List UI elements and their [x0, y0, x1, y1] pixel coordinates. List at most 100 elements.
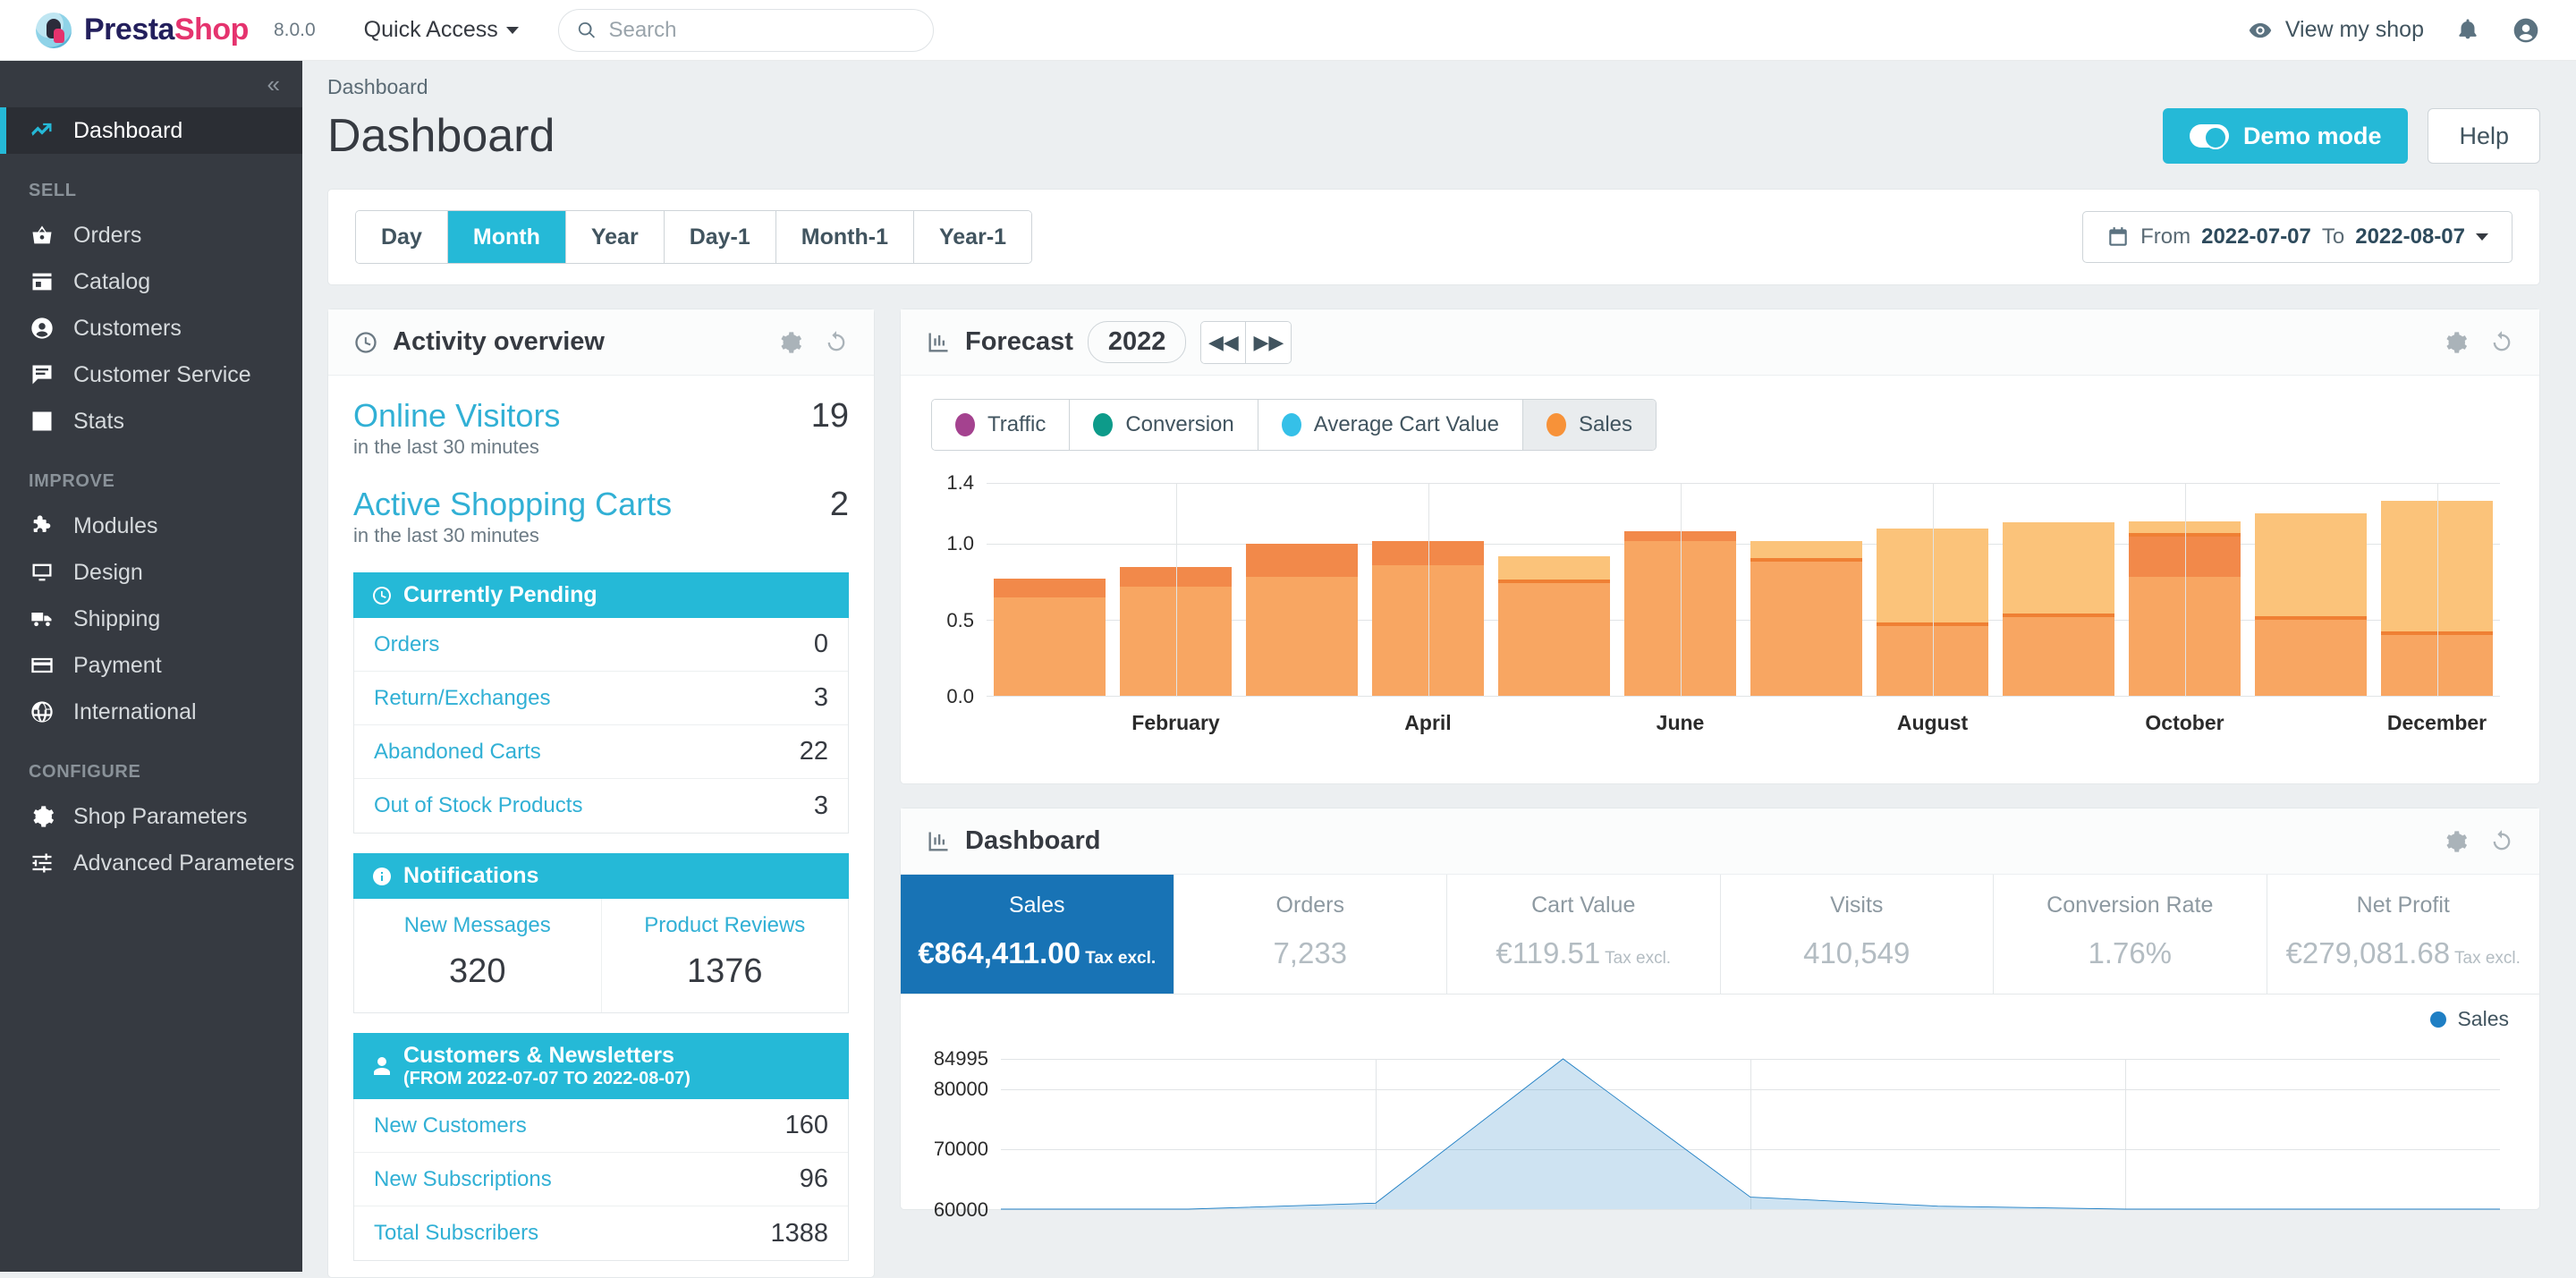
row-label[interactable]: Return/Exchanges: [374, 686, 550, 711]
bell-icon[interactable]: [2454, 17, 2481, 44]
row-value: 3: [813, 791, 828, 820]
refresh-icon[interactable]: [2489, 829, 2514, 854]
kpi-tab-net-profit[interactable]: Net Profit €279,081.68 Tax excl.: [2267, 875, 2540, 994]
period-button-year[interactable]: Year: [565, 211, 665, 263]
gear-icon[interactable]: [777, 330, 802, 355]
sidebar-item-shipping[interactable]: Shipping: [0, 596, 302, 642]
period-button-year-1[interactable]: Year-1: [913, 211, 1032, 263]
sidebar-item-design[interactable]: Design: [0, 549, 302, 596]
refresh-icon[interactable]: [2489, 330, 2514, 355]
kpi-tab-orders[interactable]: Orders 7,233: [1174, 875, 1447, 994]
forecast-legend: Traffic Conversion Average Cart Value Sales: [931, 399, 1657, 451]
kpi-tab-cart-value[interactable]: Cart Value €119.51 Tax excl.: [1447, 875, 1721, 994]
sidebar-item-advanced-parameters[interactable]: Advanced Parameters: [0, 840, 302, 886]
period-button-month-1[interactable]: Month-1: [775, 211, 914, 263]
row-label[interactable]: Total Subscribers: [374, 1221, 538, 1246]
period-button-month[interactable]: Month: [447, 211, 566, 263]
date-range-picker[interactable]: From 2022-07-07 To 2022-08-07: [2082, 211, 2512, 263]
period-button-day[interactable]: Day: [356, 211, 448, 263]
sidebar-item-customers[interactable]: Customers: [0, 305, 302, 351]
row-label[interactable]: Out of Stock Products: [374, 793, 582, 818]
charts-column: Forecast 2022 ◀◀ ▶▶ Traffic Conversion A…: [900, 309, 2540, 1278]
forecast-plot-area: 0.0 0.5 1.0 1.4 February April June August Octob…: [946, 471, 2500, 734]
forecast-prev-button[interactable]: ◀◀: [1201, 321, 1247, 363]
period-filter-group: Day Month Year Day-1 Month-1 Year-1: [355, 210, 1033, 264]
forecast-year[interactable]: 2022: [1087, 321, 1187, 363]
sidebar-item-international[interactable]: International: [0, 689, 302, 735]
gear-icon[interactable]: [2443, 829, 2468, 854]
sidebar-item-stats[interactable]: Stats: [0, 398, 302, 444]
customers-row: New Subscriptions 96: [354, 1153, 848, 1206]
x-axis-tick: August: [1896, 711, 1969, 734]
eye-icon: [2249, 22, 2272, 38]
kpi-suffix: Tax excl.: [2450, 949, 2521, 968]
kpi-label: Net Profit: [2356, 893, 2450, 918]
customers-row: New Customers 160: [354, 1099, 848, 1153]
logo-presta: Presta: [84, 13, 174, 47]
sidebar-item-payment[interactable]: Payment: [0, 642, 302, 689]
clock-icon: [373, 586, 391, 605]
sidebar-item-label: Shipping: [73, 605, 161, 631]
top-bar: PrestaShop 8.0.0 Quick Access View my sh…: [0, 0, 2576, 61]
avatar[interactable]: [2512, 16, 2540, 45]
notification-value: 320: [449, 952, 506, 990]
bar-segment-actual: [1750, 562, 1862, 696]
activity-overview-panel: Activity overview Online Visitors 19 in …: [327, 309, 875, 1278]
help-button[interactable]: Help: [2428, 108, 2540, 164]
sidebar-item-catalog[interactable]: Catalog: [0, 258, 302, 305]
gridline-vertical: [1175, 483, 1177, 696]
forecast-next-button[interactable]: ▶▶: [1246, 321, 1292, 363]
online-visitors-label[interactable]: Online Visitors: [353, 397, 560, 435]
bar-segment-forecast-upper: [994, 579, 1106, 597]
currently-pending-title: Currently Pending: [403, 582, 597, 607]
online-visitors-sub: in the last 30 minutes: [353, 436, 539, 458]
main-content: Dashboard Dashboard Demo mode Help Day Mo…: [302, 61, 2576, 1278]
currently-pending-list: Orders 0 Return/Exchanges 3 Abandoned Carts 2…: [353, 618, 849, 834]
kpi-tab-sales[interactable]: Sales €864,411.00 Tax excl.: [901, 875, 1174, 994]
active-carts-sub: in the last 30 minutes: [353, 524, 539, 546]
pending-row: Return/Exchanges 3: [354, 672, 848, 725]
search-box[interactable]: [557, 8, 934, 52]
forecast-legend-sales[interactable]: Sales: [1522, 400, 1657, 450]
chat-icon: [29, 362, 55, 387]
gridline-vertical: [2436, 483, 2438, 696]
demo-mode-toggle[interactable]: Demo mode: [2162, 108, 2409, 164]
notifications-title: Notifications: [403, 863, 539, 888]
bar-segment-actual: [1246, 577, 1358, 696]
prestashop-logo[interactable]: PrestaShop 8.0.0: [36, 12, 316, 48]
notification-label[interactable]: New Messages: [354, 913, 601, 938]
kpi-value: €279,081.68 Tax excl.: [2285, 936, 2521, 969]
kpi-value: 1.76%: [2088, 936, 2173, 969]
active-carts-label[interactable]: Active Shopping Carts: [353, 486, 672, 523]
forecast-legend-average-cart-value[interactable]: Average Cart Value: [1258, 400, 1523, 450]
sidebar-item-orders[interactable]: Orders: [0, 212, 302, 258]
search-input[interactable]: [608, 17, 915, 43]
kpi-tab-visits[interactable]: Visits 410,549: [1721, 875, 1994, 994]
notification-label[interactable]: Product Reviews: [602, 913, 849, 938]
y-axis-tick: 1.0: [946, 532, 974, 555]
collapse-sidebar-icon[interactable]: «: [267, 71, 281, 98]
customers-row: Total Subscribers 1388: [354, 1206, 848, 1260]
sidebar-item-customer-service[interactable]: Customer Service: [0, 351, 302, 398]
bar-divider-line: [1750, 558, 1862, 563]
forecast-year-nav: ◀◀ ▶▶: [1200, 320, 1292, 364]
forecast-legend-conversion[interactable]: Conversion: [1070, 400, 1258, 450]
sidebar-item-modules[interactable]: Modules: [0, 503, 302, 549]
refresh-icon[interactable]: [824, 330, 849, 355]
forecast-title: Forecast: [965, 327, 1073, 356]
forecast-legend-traffic[interactable]: Traffic: [932, 400, 1071, 450]
row-label[interactable]: Abandoned Carts: [374, 740, 541, 765]
x-axis-tick: December: [2386, 711, 2487, 734]
sidebar-item-shop-parameters[interactable]: Shop Parameters: [0, 793, 302, 840]
row-label[interactable]: New Subscriptions: [374, 1167, 552, 1192]
gear-icon[interactable]: [2443, 330, 2468, 355]
view-my-shop-button[interactable]: View my shop: [2248, 17, 2424, 43]
period-button-day-1[interactable]: Day-1: [664, 211, 776, 263]
row-label[interactable]: New Customers: [374, 1113, 527, 1138]
y-axis-tick: 0.0: [946, 685, 974, 707]
kpi-tab-conversion-rate[interactable]: Conversion Rate 1.76%: [1994, 875, 2267, 994]
row-label[interactable]: Orders: [374, 632, 439, 657]
sidebar-item-dashboard[interactable]: Dashboard: [0, 107, 302, 154]
kpi-tabs: Sales €864,411.00 Tax excl. Orders 7,233 Car…: [901, 875, 2539, 994]
quick-access-menu[interactable]: Quick Access: [364, 17, 519, 43]
